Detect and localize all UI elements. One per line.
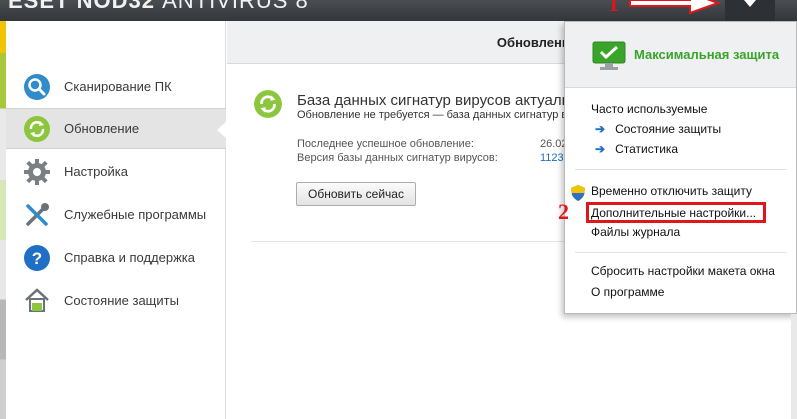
menu-item-label: Статистика	[615, 142, 679, 156]
menu-item-statistics[interactable]: ➔ Статистика	[595, 142, 678, 156]
update-now-button[interactable]: Обновить сейчас	[296, 182, 416, 206]
main-menu-dropdown: Максимальная защита Часто используемые ➔…	[564, 21, 797, 314]
update-ok-icon	[253, 89, 283, 122]
protection-status-text[interactable]: Максимальная защита	[634, 47, 779, 62]
menu-item-log-files[interactable]: Файлы журнала	[591, 225, 680, 239]
sidebar-item-protection-status[interactable]: Состояние защиты	[6, 280, 226, 321]
status-title: База данных сигнатур вирусов актуальна	[297, 92, 587, 109]
annotation-number-1: 1	[608, 0, 619, 16]
sidebar-item-label: Состояние защиты	[64, 293, 179, 308]
last-update-label: Последнее успешное обновление:	[297, 138, 474, 150]
uac-shield-icon	[570, 184, 586, 205]
magnifier-icon	[22, 72, 52, 102]
db-version-value[interactable]: 1123	[540, 152, 564, 164]
monitor-check-icon	[592, 41, 626, 74]
home-icon	[22, 286, 52, 316]
svg-text:?: ?	[32, 249, 42, 268]
sidebar-item-label: Обновление	[64, 121, 140, 136]
menu-item-label: Состояние защиты	[615, 122, 722, 136]
main-menu-button[interactable]	[725, 0, 775, 21]
sidebar-item-label: Сканирование ПК	[64, 79, 172, 94]
help-icon: ?	[22, 243, 52, 273]
menu-item-disable-protection[interactable]: Временно отключить защиту	[591, 184, 752, 198]
update-icon	[22, 114, 52, 144]
menu-frequently-used: Часто используемые	[591, 102, 708, 116]
annotation-number-2: 2	[558, 199, 569, 224]
sidebar-item-help[interactable]: ? Справка и поддержка	[6, 237, 226, 278]
sidebar-item-label: Настройка	[64, 164, 128, 179]
sidebar-item-scan[interactable]: Сканирование ПК	[6, 66, 226, 107]
scrollbar[interactable]	[791, 314, 797, 419]
tools-icon	[22, 200, 52, 230]
annotation-highlight-box	[586, 202, 766, 223]
annotation-arrow-icon	[629, 0, 721, 14]
sidebar-item-tools[interactable]: Служебные программы	[6, 194, 226, 235]
db-version-label: Версия базы данных сигнатур вирусов:	[297, 152, 498, 164]
sidebar: Сканирование ПК Обновление Настройка Слу…	[6, 21, 227, 419]
menu-separator	[575, 169, 787, 170]
sidebar-item-label: Справка и поддержка	[64, 250, 195, 265]
menu-item-protection-status[interactable]: ➔ Состояние защиты	[595, 122, 721, 136]
app-title-brand: ESET NOD32	[8, 0, 155, 13]
menu-item-about[interactable]: О программе	[591, 285, 664, 299]
menu-item-reset-layout[interactable]: Сбросить настройки макета окна	[591, 264, 775, 278]
sidebar-item-update[interactable]: Обновление	[6, 108, 227, 149]
chevron-down-icon	[744, 0, 756, 7]
sidebar-item-settings[interactable]: Настройка	[6, 151, 226, 192]
arrow-right-icon: ➔	[595, 122, 606, 136]
app-title-product: ANTIVIRUS 8	[162, 0, 309, 13]
divider	[251, 241, 591, 242]
arrow-right-icon: ➔	[595, 142, 606, 156]
app-title: ESET NOD32 ANTIVIRUS 8	[8, 0, 309, 14]
gear-icon	[22, 157, 52, 187]
sidebar-item-label: Служебные программы	[64, 207, 207, 222]
menu-separator	[575, 252, 787, 253]
protection-status-header: Максимальная защита	[565, 22, 796, 88]
